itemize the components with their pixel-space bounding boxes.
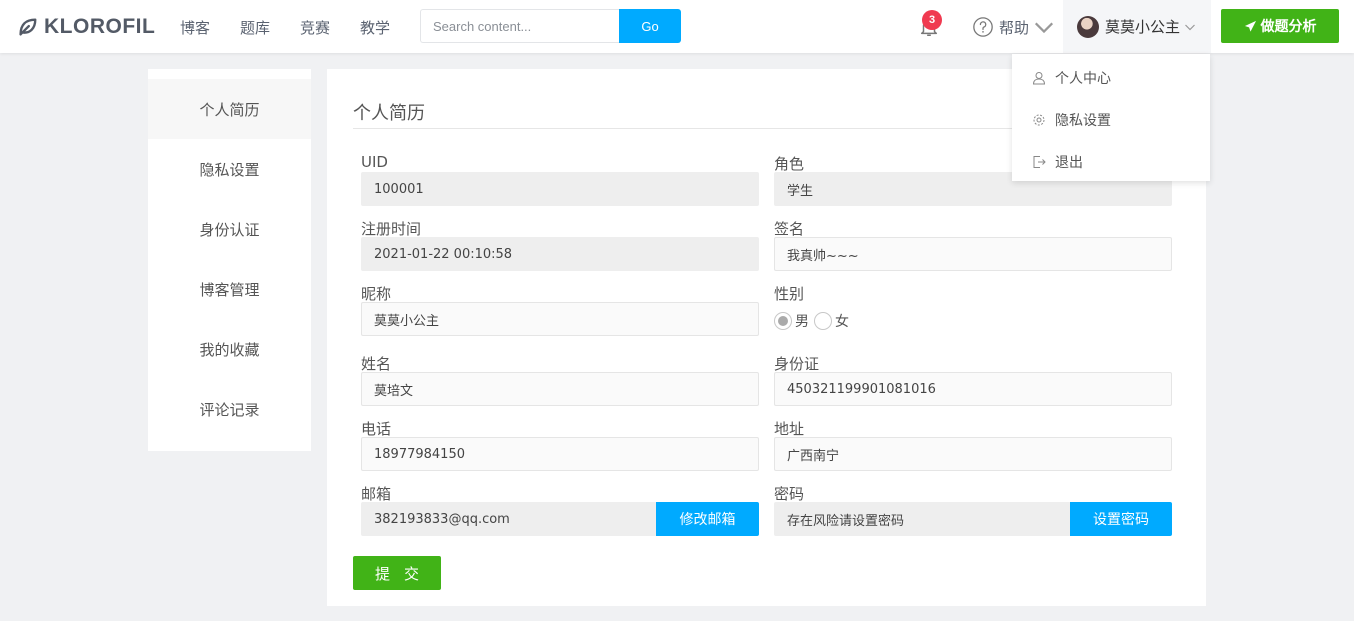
gender-radio-female[interactable]: 女: [814, 311, 849, 331]
notification-badge: 3: [922, 10, 942, 30]
question-circle-icon: [973, 17, 993, 37]
signature-label: 签名: [774, 220, 805, 238]
chevron-down-icon: [1034, 22, 1054, 34]
id-card-label: 身份证: [774, 355, 820, 373]
id-card-input[interactable]: 450321199901081016: [774, 372, 1172, 406]
brand-logo[interactable]: KLOROFIL: [16, 14, 155, 40]
sidebar-item-comments[interactable]: 评论记录: [148, 379, 311, 439]
nav-blog[interactable]: 博客: [180, 17, 210, 38]
nav-teaching[interactable]: 教学: [360, 17, 390, 38]
change-email-button[interactable]: 修改邮箱: [656, 502, 759, 536]
gender-radio-male[interactable]: 男: [774, 311, 809, 331]
uid-field: 100001: [361, 172, 759, 206]
radio-circle: [814, 312, 832, 330]
gender-option-label: 男: [795, 314, 809, 330]
dropdown-item-label: 退出: [1055, 155, 1083, 171]
signature-input[interactable]: 我真帅~~~: [774, 237, 1172, 271]
uid-label: UID: [361, 153, 388, 171]
phone-label: 电话: [361, 420, 392, 438]
gender-option-label: 女: [835, 314, 849, 330]
address-input[interactable]: 广西南宁: [774, 437, 1172, 471]
nav-contest[interactable]: 竞赛: [300, 17, 330, 38]
user-menu[interactable]: 莫莫小公主: [1063, 0, 1211, 53]
dropdown-item-privacy[interactable]: 隐私设置: [1032, 110, 1111, 130]
leaf-icon: [19, 18, 37, 36]
address-label: 地址: [774, 420, 805, 438]
email-field: 382193833@qq.com: [361, 502, 657, 536]
phone-input[interactable]: 18977984150: [361, 437, 759, 471]
search-input[interactable]: [420, 9, 620, 43]
name-label: 姓名: [361, 355, 392, 373]
analysis-button[interactable]: 做题分析: [1221, 9, 1339, 43]
logout-icon: [1033, 156, 1046, 168]
dropdown-item-label: 隐私设置: [1055, 113, 1111, 129]
top-navbar: KLOROFIL 博客 题库 竞赛 教学 Go 3 帮助 莫莫小公主 做题分析: [0, 0, 1354, 53]
nickname-input[interactable]: 莫莫小公主: [361, 302, 759, 336]
register-time-label: 注册时间: [361, 220, 422, 238]
sidebar-item-identity[interactable]: 身份认证: [148, 199, 311, 259]
brand-name: KLOROFIL: [44, 15, 156, 38]
password-field: 存在风险请设置密码: [774, 502, 1071, 536]
user-name: 莫莫小公主: [1105, 18, 1181, 36]
dropdown-item-label: 个人中心: [1055, 71, 1111, 87]
rocket-icon: [1244, 20, 1256, 32]
name-input[interactable]: 莫培文: [361, 372, 759, 406]
submit-button[interactable]: 提交: [353, 556, 441, 590]
gender-label: 性别: [774, 285, 805, 303]
dropdown-item-logout[interactable]: 退出: [1032, 152, 1083, 172]
dropdown-item-profile[interactable]: 个人中心: [1032, 68, 1111, 88]
sidebar: 个人简历 隐私设置 身份认证 博客管理 我的收藏 评论记录: [148, 69, 311, 451]
user-dropdown: 个人中心 隐私设置 退出: [1012, 54, 1210, 181]
sidebar-item-resume[interactable]: 个人简历: [148, 79, 311, 139]
role-label: 角色: [774, 155, 805, 173]
sidebar-item-privacy[interactable]: 隐私设置: [148, 139, 311, 199]
nav-question-bank[interactable]: 题库: [240, 17, 270, 38]
avatar: [1077, 15, 1099, 38]
set-password-button[interactable]: 设置密码: [1070, 502, 1172, 536]
radio-circle: [774, 312, 792, 330]
register-time-field: 2021-01-22 00:10:58: [361, 237, 759, 271]
sidebar-item-blog-manage[interactable]: 博客管理: [148, 259, 311, 319]
password-label: 密码: [774, 485, 805, 503]
chevron-down-icon: [1185, 24, 1195, 30]
user-icon: [1032, 72, 1046, 85]
page-title: 个人简历: [353, 103, 425, 124]
help-menu[interactable]: 帮助: [972, 16, 1060, 38]
sidebar-item-favorites[interactable]: 我的收藏: [148, 319, 311, 379]
search-go-button[interactable]: Go: [619, 9, 681, 43]
email-label: 邮箱: [361, 485, 392, 503]
nickname-label: 昵称: [361, 285, 392, 303]
gear-icon: [1033, 114, 1045, 126]
help-label: 帮助: [999, 18, 1030, 37]
analysis-button-label: 做题分析: [1260, 19, 1317, 35]
